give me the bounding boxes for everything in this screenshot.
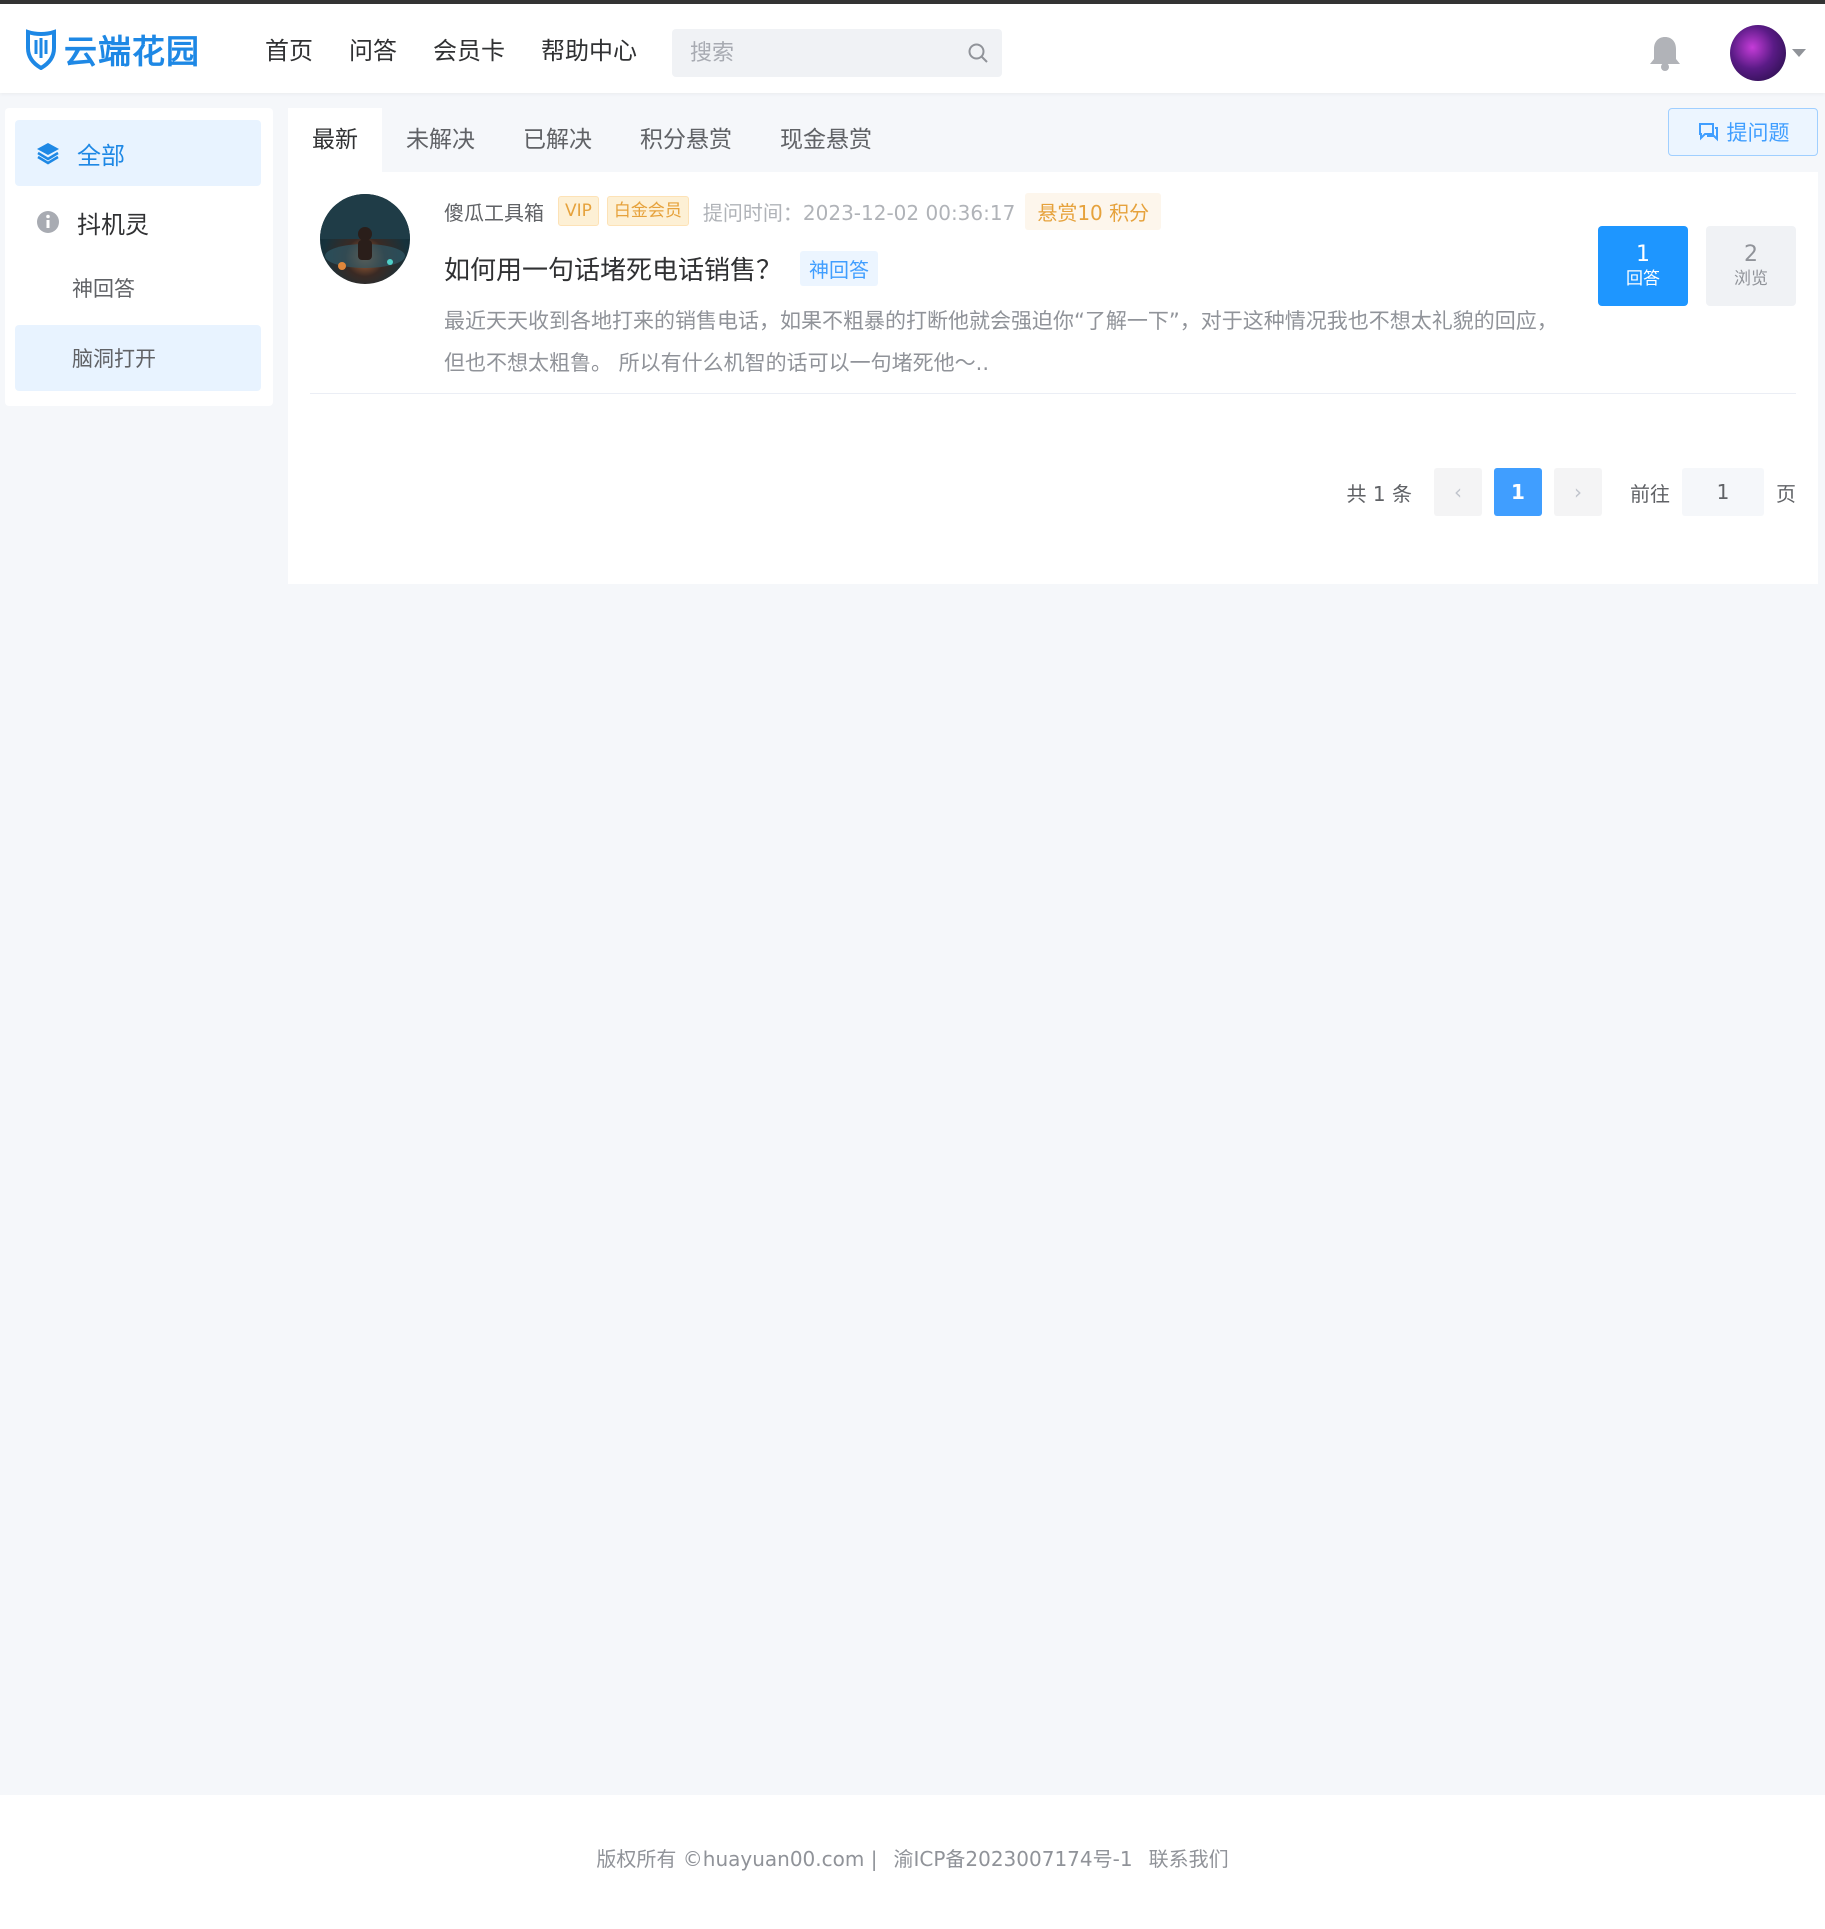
ask-button-label: 提问题 <box>1726 121 1790 145</box>
nav-qa[interactable]: 问答 <box>349 32 397 70</box>
avatar-image <box>320 194 410 270</box>
question-excerpt: 最近天天收到各地打来的销售电话，如果不粗暴的打断他就会强迫你“了解一下”，对于这… <box>444 309 1558 375</box>
views-count: 2 <box>1744 242 1758 267</box>
sidebar-sub-naodong[interactable]: 脑洞打开 <box>15 325 261 391</box>
answers-count-box[interactable]: 1 回答 <box>1598 226 1688 306</box>
sidebar-item-all[interactable]: 全部 <box>15 120 261 186</box>
sidebar-item-doujiling[interactable]: 抖机灵 <box>15 189 261 255</box>
nav-home[interactable]: 首页 <box>265 32 313 70</box>
answers-label: 回答 <box>1626 269 1660 289</box>
category-tag[interactable]: 神回答 <box>800 251 879 286</box>
tab-cash-reward[interactable]: 现金悬赏 <box>756 108 896 172</box>
chevron-down-icon[interactable] <box>1792 49 1806 57</box>
question-list-panel: 最新 未解决 已解决 积分悬赏 现金悬赏 提问题 傻瓜工具箱 VIP 白金会员 <box>288 108 1818 584</box>
tab-solved[interactable]: 已解决 <box>499 108 616 172</box>
question-meta: 傻瓜工具箱 VIP 白金会员 提问时间：2023-12-02 00:36:17 … <box>444 192 1162 230</box>
question-title[interactable]: 如何用一句话堵死电话销售？ <box>444 250 782 287</box>
question-time: 提问时间：2023-12-02 00:36:17 <box>702 200 1016 225</box>
tab-points-reward[interactable]: 积分悬赏 <box>616 108 756 172</box>
author-name[interactable]: 傻瓜工具箱 <box>444 197 544 226</box>
nav-membership[interactable]: 会员卡 <box>433 32 505 70</box>
question-item[interactable]: 傻瓜工具箱 VIP 白金会员 提问时间：2023-12-02 00:36:17 … <box>310 172 1796 394</box>
prev-page-button[interactable]: ‹ <box>1434 468 1482 516</box>
answers-count: 1 <box>1636 242 1650 267</box>
author-avatar[interactable] <box>320 194 410 284</box>
footer-contact-link[interactable]: 联系我们 <box>1149 1843 1229 1872</box>
pagination-total: 共 1 条 <box>1346 481 1412 506</box>
platinum-member-badge: 白金会员 <box>606 196 689 226</box>
vip-badge: VIP <box>558 196 599 226</box>
logo-icon <box>26 29 56 70</box>
tab-unsolved[interactable]: 未解决 <box>382 108 499 172</box>
tab-latest[interactable]: 最新 <box>288 108 382 172</box>
reward-badge: 悬赏10 积分 <box>1025 192 1162 230</box>
goto-label: 前往 <box>1630 481 1670 506</box>
user-avatar[interactable] <box>1730 25 1786 81</box>
bell-icon[interactable] <box>1648 34 1682 72</box>
info-icon <box>37 211 59 233</box>
search-icon[interactable] <box>966 41 990 65</box>
goto-page-input[interactable] <box>1682 468 1764 516</box>
page-suffix: 页 <box>1776 481 1796 506</box>
chat-icon <box>1698 123 1718 142</box>
footer-copyright: 版权所有 ©huayuan00.com | <box>596 1846 878 1871</box>
logo-text: 云端花园 <box>64 32 200 71</box>
filter-tabs: 最新 未解决 已解决 积分悬赏 现金悬赏 <box>288 108 1818 172</box>
sidebar-item-label: 全部 <box>77 141 125 170</box>
page-button-current[interactable]: 1 <box>1494 468 1542 516</box>
category-sidebar: 全部 抖机灵 神回答 脑洞打开 <box>5 108 273 406</box>
site-logo[interactable]: 云端花园 <box>22 26 200 72</box>
main-nav: 首页 问答 会员卡 帮助中心 <box>265 32 673 70</box>
site-footer: 版权所有 ©huayuan00.com | 渝ICP备2023007174号-1… <box>0 1795 1825 1929</box>
sidebar-item-label: 抖机灵 <box>77 210 149 239</box>
views-count-box: 2 浏览 <box>1706 226 1796 306</box>
pagination: 共 1 条 ‹ 1 › 前往 页 <box>1347 468 1796 516</box>
layers-icon <box>37 143 59 165</box>
search-input[interactable] <box>672 29 1002 77</box>
views-label: 浏览 <box>1734 269 1768 289</box>
sidebar-sub-shenhuida[interactable]: 神回答 <box>15 255 261 321</box>
next-page-button[interactable]: › <box>1554 468 1602 516</box>
nav-help[interactable]: 帮助中心 <box>541 32 637 70</box>
top-navbar: 云端花园 首页 问答 会员卡 帮助中心 <box>0 0 1825 93</box>
search-box <box>672 29 1002 77</box>
ask-question-button[interactable]: 提问题 <box>1668 108 1818 156</box>
question-title-row: 如何用一句话堵死电话销售？ 神回答 <box>444 250 879 287</box>
footer-icp-link[interactable]: 渝ICP备2023007174号-1 <box>893 1843 1132 1872</box>
